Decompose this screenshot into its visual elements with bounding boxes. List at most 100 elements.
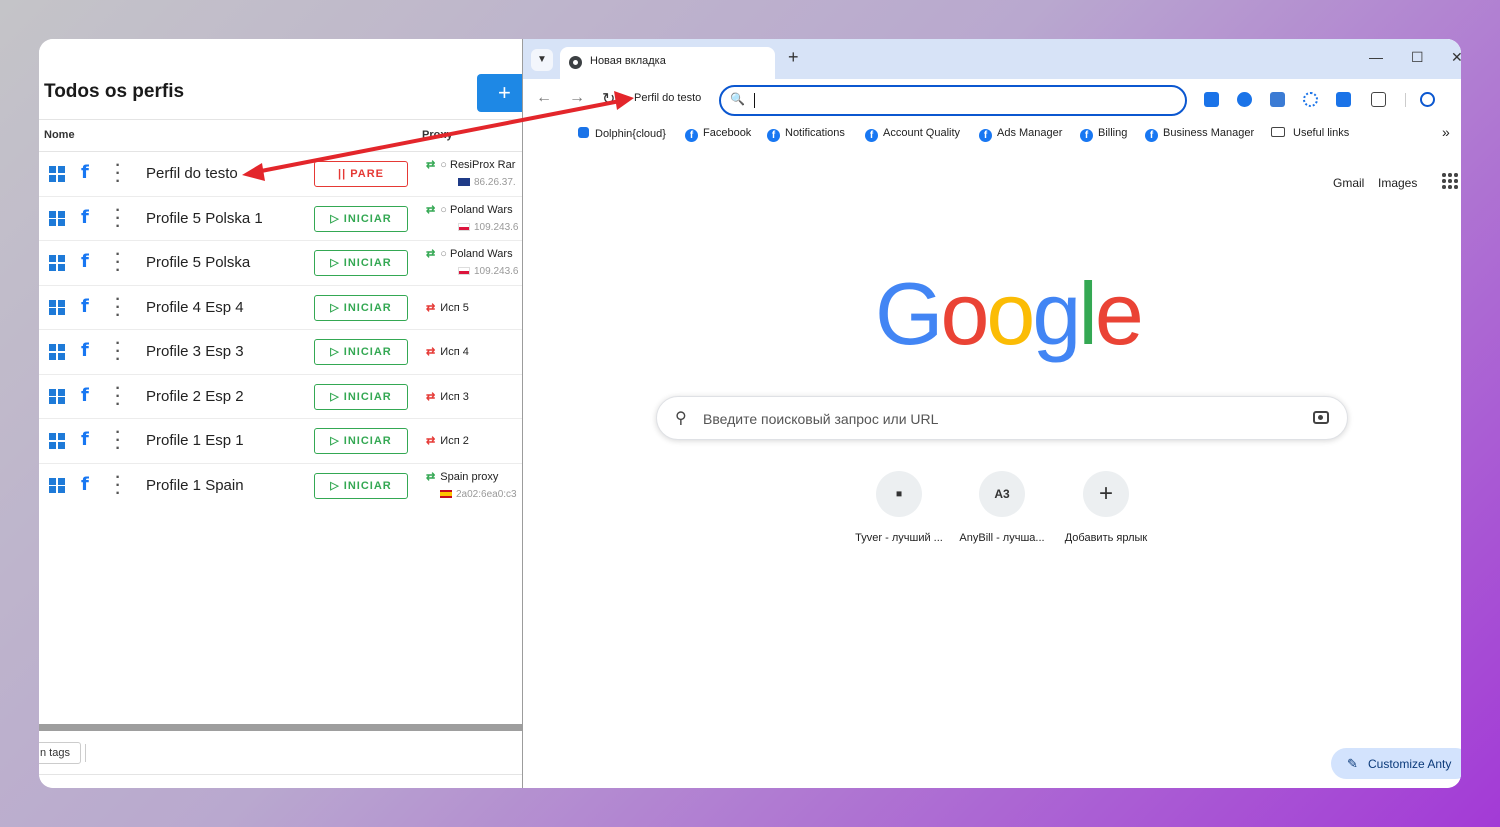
bookmark-business-manager[interactable]: f Business Manager: [1145, 127, 1254, 142]
tab-title: Новая вкладка: [590, 55, 666, 67]
more-options-icon[interactable]: · · ·: [115, 158, 121, 190]
refresh-icon[interactable]: ○: [440, 159, 447, 171]
shortcut-tyver[interactable]: ▪ Tyver - лучший ...: [849, 471, 949, 544]
bookmark-label: Facebook: [703, 127, 752, 139]
browser-toolbar: ← → ↻ Perfil do testo 🔍: [523, 79, 1461, 121]
bookmark-billing[interactable]: f Billing: [1080, 127, 1127, 142]
facebook-icon: f: [81, 295, 89, 317]
bookmark-account-quality[interactable]: f Account Quality: [865, 127, 960, 142]
logo-letter: g: [1032, 264, 1081, 363]
bookmark-useful-links[interactable]: Useful links: [1271, 127, 1349, 139]
table-row[interactable]: f · · · Perfil do testo || PARE ⇄ ○ ResiPr…: [39, 152, 523, 197]
spain-flag-icon: [440, 489, 452, 498]
refresh-icon[interactable]: ○: [440, 204, 447, 216]
bookmark-label: Useful links: [1293, 127, 1350, 139]
table-row[interactable]: f · · · Profile 1 Esp 1 ▷ INICIAR ⇄ Исп 2: [39, 419, 523, 464]
gmail-link[interactable]: Gmail: [1333, 176, 1364, 190]
start-button[interactable]: ▷ INICIAR: [314, 250, 408, 276]
tags-filter[interactable]: n tags: [39, 742, 81, 764]
profile-name[interactable]: Profile 1 Spain: [146, 477, 244, 494]
bookmarks-overflow-button[interactable]: »: [1442, 124, 1450, 140]
proxy-swap-icon: ⇄: [426, 203, 436, 216]
tab-new-tab[interactable]: Новая вкладка: [560, 47, 775, 79]
start-button[interactable]: ▷ INICIAR: [314, 383, 408, 410]
customize-button[interactable]: ✎ Customize Anty: [1331, 748, 1461, 779]
profile-name[interactable]: Perfil do testo: [146, 165, 238, 182]
profile-name[interactable]: Profile 4 Esp 4: [146, 299, 244, 316]
profile-name[interactable]: Profile 5 Polska 1: [146, 210, 263, 227]
close-button[interactable]: ✕: [1451, 49, 1461, 66]
address-bar[interactable]: 🔍: [719, 85, 1187, 116]
divider: [39, 774, 523, 775]
more-options-icon[interactable]: · · ·: [115, 469, 121, 501]
images-link[interactable]: Images: [1378, 176, 1417, 190]
profile-avatar-icon[interactable]: [1420, 92, 1435, 107]
bookmark-notifications[interactable]: f Notifications: [767, 127, 845, 142]
proxy-swap-icon: ⇄: [426, 301, 436, 314]
column-header-proxy[interactable]: Proxy: [422, 129, 453, 141]
shortcut-anybill[interactable]: A3 AnyBill - лучша...: [952, 471, 1052, 544]
plus-icon: +: [1083, 471, 1129, 517]
more-options-icon[interactable]: · · ·: [115, 291, 121, 323]
add-shortcut[interactable]: + Добавить ярлык: [1056, 471, 1156, 544]
signal-extension-icon[interactable]: [1303, 92, 1318, 107]
maximize-button[interactable]: ☐: [1411, 49, 1424, 66]
column-header-name[interactable]: Nome: [44, 129, 75, 141]
start-button[interactable]: ▷ INICIAR: [314, 294, 408, 321]
logo-letter: G: [875, 264, 943, 363]
windows-icon: [49, 433, 65, 449]
stop-button[interactable]: || PARE: [314, 161, 408, 187]
more-options-icon[interactable]: · · ·: [115, 202, 121, 234]
table-row[interactable]: f · · · Profile 5 Polska ▷ INICIAR ⇄ ○ Pol…: [39, 241, 523, 286]
back-button[interactable]: ←: [536, 89, 552, 107]
more-options-icon[interactable]: · · ·: [115, 247, 121, 279]
dolphin-extension-icon[interactable]: [1204, 92, 1219, 107]
profile-name[interactable]: Profile 1 Esp 1: [146, 432, 244, 449]
proxy-name-text: Poland Wars: [450, 203, 513, 216]
browser-window: ▼ Новая вкладка + — ☐ ✕ ← → ↻ Perfil do …: [522, 39, 1461, 788]
windows-icon: [49, 477, 65, 494]
more-options-icon[interactable]: · · ·: [115, 425, 121, 457]
search-icon: 🔍: [730, 92, 745, 106]
start-button[interactable]: ▷ INICIAR: [314, 205, 408, 232]
bookmark-dolphin-cloud[interactable]: Dolphin{cloud}: [578, 127, 666, 140]
infinity-extension-icon[interactable]: [1237, 92, 1252, 107]
start-button[interactable]: ▷ INICIAR: [314, 339, 408, 365]
camera-search-icon[interactable]: [1313, 411, 1329, 424]
forward-button[interactable]: →: [569, 89, 585, 107]
start-button[interactable]: ▷ INICIAR: [314, 428, 408, 454]
table-row[interactable]: f · · · Profile 4 Esp 4 ▷ INICIAR ⇄ Исп 5: [39, 286, 523, 330]
bookmark-facebook[interactable]: f Facebook: [685, 127, 751, 142]
translate-extension-icon[interactable]: [1270, 92, 1285, 107]
start-button[interactable]: ▷ INICIAR: [314, 472, 408, 499]
bookmark-ads-manager[interactable]: f Ads Manager: [979, 127, 1062, 142]
poland-flag-icon: [458, 267, 470, 276]
reload-button[interactable]: ↻: [602, 89, 615, 109]
proxy-ip-text: 109.243.6: [474, 221, 519, 233]
dolphin-extension-icon[interactable]: [1336, 92, 1351, 107]
table-row[interactable]: f · · · Profile 3 Esp 3 ▷ INICIAR ⇄ Исп 4: [39, 330, 523, 375]
profile-name[interactable]: Profile 2 Esp 2: [146, 388, 244, 405]
more-options-icon[interactable]: · · ·: [115, 380, 121, 412]
logo-letter: l: [1078, 264, 1097, 363]
uk-flag-icon: [458, 178, 470, 187]
tab-search-chevron-down-icon[interactable]: ▼: [531, 49, 553, 71]
table-row[interactable]: f · · · Profile 5 Polska 1 ▷ INICIAR ⇄ ○ P…: [39, 197, 523, 241]
tab-strip: ▼ Новая вкладка + — ☐ ✕: [523, 39, 1461, 79]
horizontal-scrollbar[interactable]: [39, 724, 523, 731]
page-title: Todos os perfis: [44, 81, 185, 102]
extensions-puzzle-icon[interactable]: [1371, 92, 1386, 107]
more-options-icon[interactable]: · · ·: [115, 336, 121, 368]
table-row[interactable]: f · · · Profile 2 Esp 2 ▷ INICIAR ⇄ Исп 3: [39, 375, 523, 419]
profile-name[interactable]: Profile 5 Polska: [146, 254, 250, 271]
table-row[interactable]: f · · · Profile 1 Spain ▷ INICIAR ⇄ Spain …: [39, 464, 523, 509]
google-apps-icon[interactable]: [1442, 173, 1458, 189]
google-search-box[interactable]: ⚲ Введите поисковый запрос или URL: [656, 396, 1348, 440]
shortcut-label: Tyver - лучший ...: [855, 532, 943, 544]
new-tab-button[interactable]: +: [788, 47, 799, 68]
proxy-swap-icon: ⇄: [426, 435, 436, 447]
refresh-icon[interactable]: ○: [440, 248, 447, 260]
minimize-button[interactable]: —: [1369, 49, 1383, 65]
profile-name[interactable]: Profile 3 Esp 3: [146, 343, 244, 360]
bookmark-label: Account Quality: [883, 127, 961, 139]
